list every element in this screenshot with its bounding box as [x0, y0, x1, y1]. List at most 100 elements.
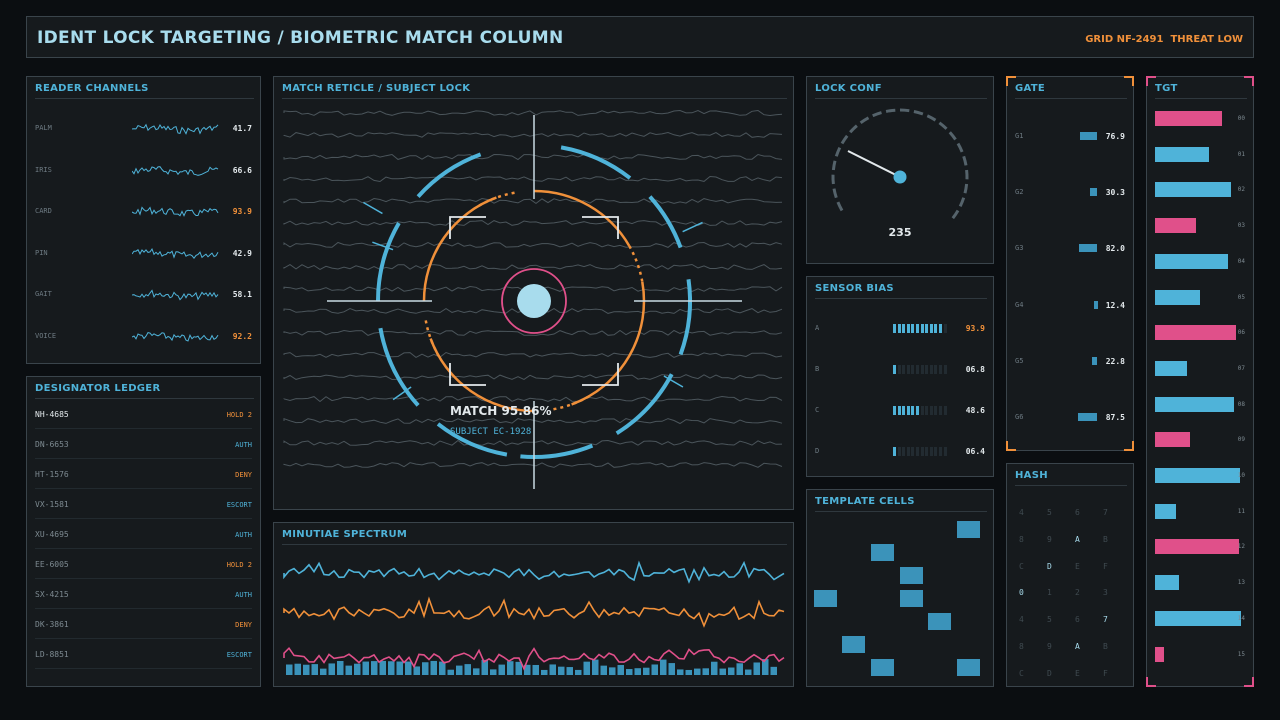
reader-channel-value: 41.7 [232, 124, 252, 133]
bias-meter-cell [906, 365, 910, 374]
page-title: IDENT LOCK TARGETING / BIOMETRIC MATCH C… [37, 28, 564, 48]
ledger-row[interactable]: EE-6005 HOLD 2 [35, 553, 252, 579]
bias-label: A [815, 324, 820, 332]
template-cell [842, 636, 865, 653]
gate-bar [1091, 356, 1097, 365]
hash-cell: C [1019, 668, 1024, 678]
gauge-segment [951, 209, 960, 220]
tgt-panel: TGT 00 01 02 03 04 05 06 07 08 09 10 11 12 13 14 15 [1146, 76, 1254, 687]
ledger-row[interactable]: DK-3861 DENY [35, 613, 252, 639]
spectrum-bar [371, 661, 378, 675]
reader-channel-value: 66.6 [232, 165, 252, 175]
gauge-segment [834, 146, 842, 157]
tgt-label: 03 [1237, 222, 1245, 230]
gate-title: GATE [1015, 83, 1127, 99]
reader-sparkline [132, 289, 219, 301]
ledger-row[interactable]: XU-4695 AUTH [35, 523, 252, 549]
spectrum-bar [430, 660, 437, 675]
hash-cell: 8 [1019, 642, 1024, 651]
tgt-row: 01 [1155, 146, 1245, 163]
spectrum-trace [283, 560, 785, 584]
bias-meter-cell [893, 406, 896, 415]
gate-row: G4 12.4 [1015, 298, 1125, 314]
template-cell [871, 659, 894, 676]
outer-arc-segment [416, 152, 482, 198]
lock-conf-title: LOCK CONF [815, 83, 987, 99]
bias-row: B 06.8 [815, 362, 985, 378]
bias-meter [893, 447, 949, 456]
bias-meter-cell [916, 365, 919, 374]
hash-cell: 4 [1019, 508, 1024, 517]
minutiae-spectrum-title: MINUTIAE SPECTRUM [282, 529, 787, 545]
designator-id: XU-4695 [35, 530, 69, 539]
tgt-label: 07 [1237, 364, 1245, 372]
corner-mark [1006, 76, 1016, 86]
ledger-row[interactable]: VX-1581 ESCORT [35, 493, 252, 519]
tgt-bar [1155, 289, 1200, 305]
spectrum-bar [532, 664, 539, 675]
gauge-segment [836, 201, 844, 212]
designator-status: HOLD 2 [226, 561, 252, 569]
bias-meter-cell [897, 406, 901, 415]
bias-label: C [815, 406, 820, 414]
template-cell [900, 567, 923, 584]
outer-arc-segment [560, 145, 632, 180]
gate-value: 82.0 [1105, 244, 1125, 254]
outer-arc-segment [615, 373, 674, 435]
ledger-row[interactable]: NH-4685 HOLD 2 [35, 403, 252, 429]
gate-bar [1094, 300, 1099, 309]
outer-arc-segment [520, 443, 594, 459]
designator-status: AUTH [235, 531, 252, 539]
ledger-row[interactable]: HT-1576 DENY [35, 463, 252, 489]
target-core [517, 284, 551, 318]
tgt-label: 11 [1237, 507, 1245, 515]
bias-meter-cell [916, 406, 919, 415]
template-cell [900, 590, 923, 607]
spectrum-bar [396, 661, 403, 675]
tgt-bar [1155, 182, 1231, 198]
hash-cell: E [1075, 668, 1080, 678]
hash-cell: B [1103, 642, 1108, 651]
spectrum-trace [283, 596, 785, 628]
hash-cell: C [1019, 561, 1024, 571]
bias-meter-cell [920, 406, 924, 415]
designator-status: DENY [235, 471, 252, 479]
bias-value: 48.6 [965, 406, 985, 415]
header-bar: IDENT LOCK TARGETING / BIOMETRIC MATCH C… [26, 16, 1254, 58]
designator-id: DK-3861 [35, 620, 69, 629]
template-cell [814, 590, 837, 607]
bias-meter-cell [920, 447, 924, 456]
ledger-row[interactable]: SX-4215 AUTH [35, 583, 252, 609]
reader-channel-label: PALM [35, 124, 52, 132]
hash-cell: E [1075, 561, 1080, 571]
match-reticle-panel: MATCH RETICLE / SUBJECT LOCK MATCH 95.86… [273, 76, 794, 510]
gate-label: G6 [1015, 413, 1024, 421]
hash-cell: D [1047, 561, 1052, 571]
gauge-segment [831, 160, 837, 171]
gate-row: G3 82.0 [1015, 241, 1125, 257]
bias-meter-cell [897, 365, 901, 374]
reader-channel-label: IRIS [35, 165, 52, 174]
spectrum-bar [719, 668, 726, 675]
reader-channel-row: PIN 42.9 [35, 246, 252, 262]
hash-cell: 8 [1019, 534, 1024, 544]
tgt-bar [1155, 360, 1187, 376]
tgt-row: 10 [1155, 468, 1245, 484]
bias-meter-cell [943, 447, 947, 456]
hash-cell: 6 [1075, 615, 1080, 625]
reader-channels-title: READER CHANNELS [35, 83, 254, 99]
threat-level: THREAT LOW [1170, 34, 1243, 45]
outer-arc-segment [378, 327, 420, 407]
designator-id: LD-8851 [35, 650, 69, 659]
tgt-row: 15 [1155, 646, 1245, 663]
gate-row: G1 76.9 [1015, 129, 1125, 145]
hash-cell: 6 [1075, 508, 1080, 517]
noise-line [283, 462, 783, 468]
reader-channels-panel: READER CHANNELS PALM 41.7 IRIS 66.6 CARD 93.9… [26, 76, 261, 364]
outer-arc-segment [678, 279, 692, 356]
ledger-row[interactable]: LD-8851 ESCORT [35, 643, 252, 669]
reader-channel-row: PALM 41.7 [35, 121, 252, 137]
tgt-label: 09 [1237, 436, 1245, 444]
tgt-row: 08 [1155, 396, 1245, 413]
ledger-row[interactable]: DN-6653 AUTH [35, 433, 252, 459]
